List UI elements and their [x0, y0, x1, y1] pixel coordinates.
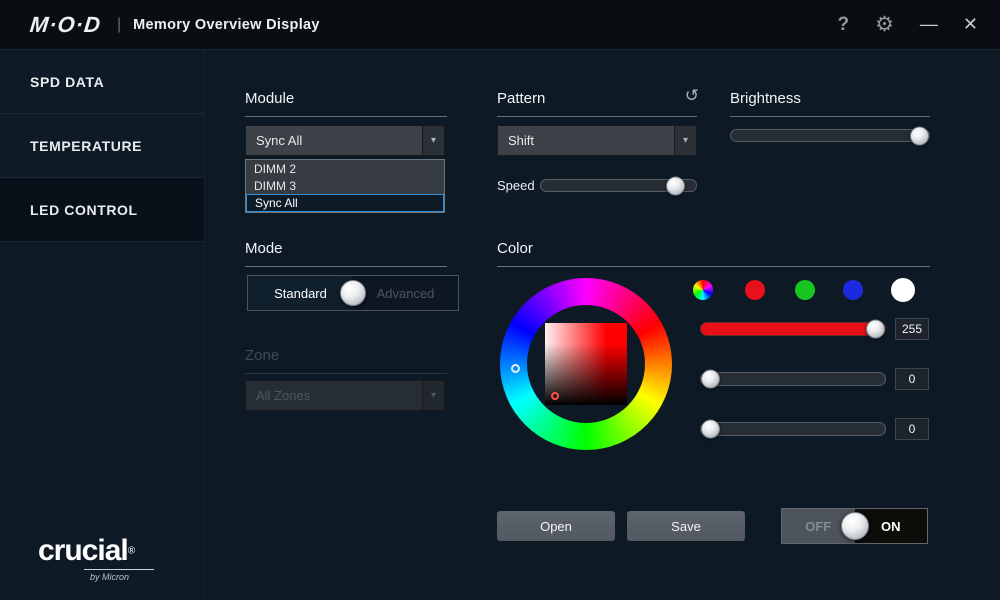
window-controls: ? ⚙ — ✕ — [837, 12, 978, 37]
zone-select: All Zones ▾ — [245, 380, 445, 411]
blue-channel-value: 0 — [895, 418, 929, 440]
mode-section-label: Mode — [245, 240, 447, 267]
preset-green[interactable] — [795, 280, 815, 300]
sidebar-item-label: SPD DATA — [30, 74, 105, 90]
zone-select-value: All Zones — [256, 388, 311, 403]
sidebar-item-label: TEMPERATURE — [30, 138, 143, 154]
brand-underline — [84, 569, 154, 570]
dropdown-option-dimm2[interactable]: DIMM 2 — [246, 160, 444, 177]
close-button[interactable]: ✕ — [963, 14, 978, 35]
sidebar-item-temperature[interactable]: TEMPERATURE — [0, 114, 204, 178]
led-control-panel: Module Sync All ▾ DIMM 2 DIMM 3 Sync All… — [205, 50, 1000, 600]
green-channel-slider[interactable] — [700, 369, 886, 389]
save-button[interactable]: Save — [627, 511, 745, 541]
mode-toggle-knob[interactable] — [340, 280, 366, 306]
chevron-down-icon[interactable]: ▾ — [674, 126, 696, 155]
sidebar-item-label: LED CONTROL — [30, 202, 138, 218]
dropdown-option-dimm3[interactable]: DIMM 3 — [246, 177, 444, 194]
module-section-label: Module — [245, 90, 447, 117]
power-toggle[interactable]: OFF ON — [781, 508, 928, 544]
mode-option-advanced[interactable]: Advanced — [353, 276, 458, 310]
red-channel-thumb[interactable] — [866, 319, 885, 339]
speed-label: Speed — [497, 178, 535, 193]
mode-option-standard[interactable]: Standard — [248, 276, 353, 310]
chevron-down-icon[interactable]: ▾ — [422, 126, 444, 155]
app-logo: M·O·D — [28, 11, 103, 37]
app-title: Memory Overview Display — [133, 16, 320, 33]
red-channel-slider[interactable] — [700, 319, 886, 339]
registered-mark: ® — [127, 545, 136, 557]
open-button[interactable]: Open — [497, 511, 615, 541]
sidebar: SPD DATA TEMPERATURE LED CONTROL crucial… — [0, 50, 205, 600]
color-section-label: Color — [497, 240, 930, 267]
dropdown-option-sync-all[interactable]: Sync All — [246, 194, 444, 212]
preset-blue[interactable] — [843, 280, 863, 300]
brightness-slider-thumb[interactable] — [910, 126, 929, 145]
module-dropdown-list: DIMM 2 DIMM 3 Sync All — [245, 159, 445, 213]
preset-red[interactable] — [745, 280, 765, 300]
green-channel-value: 0 — [895, 368, 929, 390]
brightness-section-label: Brightness — [730, 90, 930, 117]
preset-multicolor[interactable] — [693, 280, 713, 300]
help-button[interactable]: ? — [837, 14, 849, 36]
speed-slider[interactable] — [540, 176, 697, 195]
sv-selector-dot[interactable] — [551, 392, 559, 400]
speed-slider-thumb[interactable] — [666, 176, 686, 195]
brand-tagline: by Micron — [90, 572, 130, 582]
settings-gear-icon[interactable]: ⚙ — [875, 12, 894, 37]
red-channel-value: 255 — [895, 318, 929, 340]
pattern-section-label: Pattern ↺ — [497, 86, 699, 117]
sidebar-item-led-control[interactable]: LED CONTROL — [0, 178, 204, 242]
preset-white[interactable] — [891, 278, 915, 302]
mode-toggle[interactable]: Standard Advanced — [247, 275, 459, 311]
blue-channel-slider[interactable] — [700, 419, 886, 439]
color-wheel-hue-ring[interactable] — [500, 278, 672, 450]
crucial-logo: crucial® by Micron — [38, 534, 154, 582]
module-select[interactable]: Sync All ▾ — [245, 125, 445, 156]
brand-name: crucial — [38, 534, 129, 567]
sidebar-item-spd-data[interactable]: SPD DATA — [0, 50, 204, 114]
power-toggle-knob[interactable] — [840, 512, 869, 540]
pattern-reset-history-icon[interactable]: ↺ — [685, 86, 699, 106]
titlebar: M·O·D | Memory Overview Display ? ⚙ — ✕ — [0, 0, 1000, 50]
chevron-down-icon: ▾ — [422, 381, 444, 410]
pattern-select[interactable]: Shift ▾ — [497, 125, 697, 156]
zone-section-label: Zone — [245, 347, 447, 374]
minimize-button[interactable]: — — [920, 14, 938, 35]
brightness-slider[interactable] — [730, 126, 930, 145]
titlebar-separator: | — [116, 15, 122, 33]
hue-selector-dot[interactable] — [511, 364, 520, 373]
pattern-select-value: Shift — [508, 133, 535, 148]
green-channel-thumb[interactable] — [701, 369, 720, 389]
blue-channel-thumb[interactable] — [701, 419, 720, 439]
module-select-value: Sync All — [256, 133, 303, 148]
